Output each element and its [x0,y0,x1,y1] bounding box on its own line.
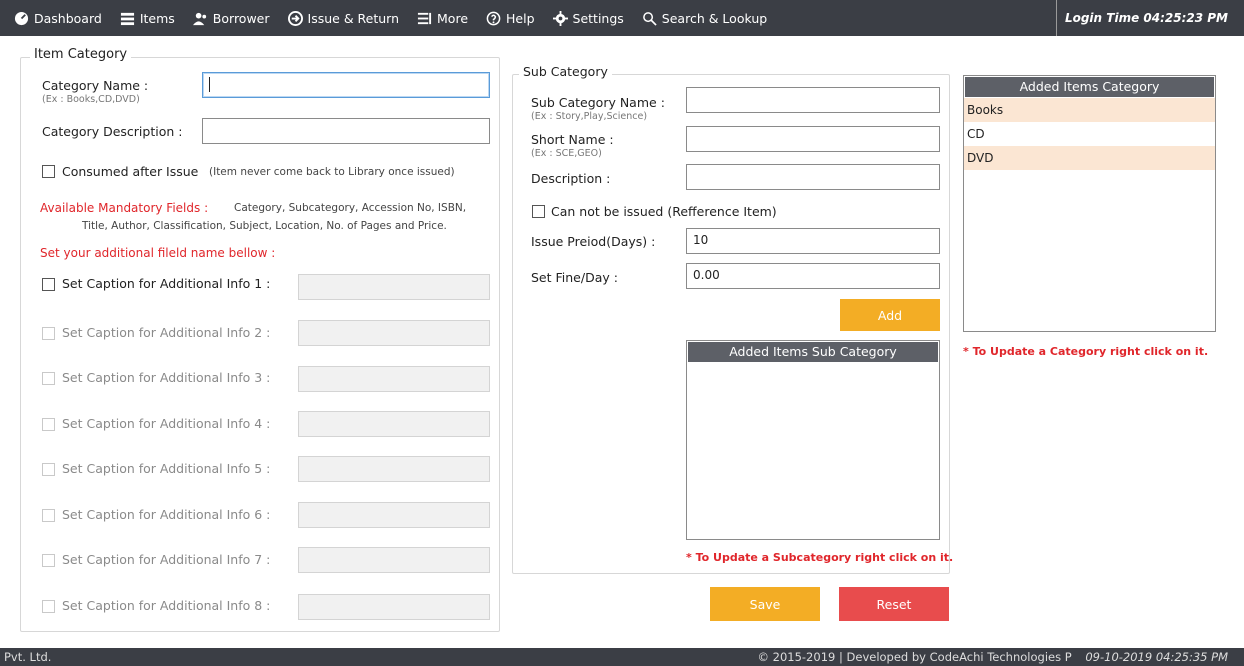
category-list[interactable]: Added Items Category Books CD DVD [963,75,1216,332]
caption-6-label: Set Caption for Additional Info 6 : [62,507,271,522]
sub-category-name-input[interactable] [686,87,940,113]
nav-items-label: Items [139,10,175,26]
nav-settings-label: Settings [572,10,624,26]
sub-category-title: Sub Category [519,64,612,79]
fine-per-day-input[interactable]: 0.00 [686,263,940,289]
sub-category-update-note: * To Update a Subcategory right click on… [686,551,954,564]
footer-bar: Pvt. Ltd. © 2015-2019 | Developed by Cod… [0,648,1244,666]
caption-5-label: Set Caption for Additional Info 5 : [62,461,271,476]
caption-4-checkbox[interactable] [42,418,55,431]
nav-issue-return-label: Issue & Return [307,10,400,26]
help-icon [486,11,501,25]
nav-search-lookup-label: Search & Lookup [661,10,768,26]
caption-5-checkbox[interactable] [42,463,55,476]
short-name-label: Short Name : [531,132,614,147]
caption-4-label: Set Caption for Additional Info 4 : [62,416,271,431]
category-list-header: Added Items Category [965,77,1214,97]
not-issued-label: Can not be issued (Refference Item) [551,204,777,219]
nav-issue-return[interactable]: Issue & Return [280,0,410,36]
caption-1-checkbox[interactable] [42,278,55,291]
sub-category-list-header: Added Items Sub Category [688,342,938,362]
issue-return-icon [287,10,303,26]
not-issued-checkbox[interactable] [532,205,545,218]
search-icon [642,11,657,26]
sub-description-input[interactable] [686,164,940,190]
caption-5-input[interactable] [298,456,490,482]
caption-7-checkbox[interactable] [42,554,55,567]
category-update-note: * To Update a Category right click on it… [963,345,1209,358]
sub-description-label: Description : [531,171,611,186]
category-list-item[interactable]: CD [964,122,1215,146]
caption-3-label: Set Caption for Additional Info 3 : [62,370,271,385]
consumed-after-issue-checkbox[interactable] [42,165,55,178]
caption-6-checkbox[interactable] [42,509,55,522]
text-caret [209,77,210,92]
dashboard-icon [14,11,29,25]
nav-more[interactable]: More [409,0,478,36]
caption-7-label: Set Caption for Additional Info 7 : [62,552,271,567]
caption-8-input[interactable] [298,594,490,620]
mandatory-fields-text-2: Title, Author, Classification, Subject, … [82,220,447,232]
category-name-hint: (Ex : Books,CD,DVD) [42,94,140,105]
borrower-icon [192,12,206,25]
category-description-label: Category Description : [42,124,183,139]
caption-6-input[interactable] [298,502,490,528]
issue-period-label: Issue Preiod(Days) : [531,234,656,249]
footer-timestamp: 09-10-2019 04:25:35 PM [1085,650,1228,664]
top-nav-bar: Dashboard Items Borrower Issue & Return … [0,0,1244,36]
category-list-item[interactable]: Books [964,98,1215,122]
caption-8-label: Set Caption for Additional Info 8 : [62,598,271,613]
caption-3-input[interactable] [298,366,490,392]
category-description-input[interactable] [202,118,490,144]
reset-button[interactable]: Reset [839,587,949,621]
category-name-input[interactable] [202,72,490,98]
add-button[interactable]: Add [840,299,940,331]
caption-4-input[interactable] [298,411,490,437]
issue-period-input[interactable]: 10 [686,228,940,254]
consumed-after-issue-note: (Item never come back to Library once is… [209,166,455,178]
sub-category-name-label: Sub Category Name : [531,95,665,110]
caption-1-label: Set Caption for Additional Info 1 : [62,276,271,291]
short-name-hint: (Ex : SCE,GEO) [531,148,602,159]
sub-category-list[interactable]: Added Items Sub Category [686,340,940,540]
short-name-input[interactable] [686,126,940,152]
save-button[interactable]: Save [710,587,820,621]
footer-copyright-text: © 2015-2019 | Developed by CodeAchi Tech… [757,650,1072,664]
nav-settings[interactable]: Settings [545,0,634,36]
nav-items[interactable]: Items [112,0,185,36]
caption-2-input[interactable] [298,320,490,346]
gear-icon [552,10,568,26]
additional-fields-heading: Set your additional fileld name bellow : [40,246,276,260]
login-time: Login Time 04:25:23 PM [1055,0,1228,36]
nav-borrower-label: Borrower [212,10,270,26]
footer-copyright: © 2015-2019 | Developed by CodeAchi Tech… [757,650,1228,664]
sub-category-name-hint: (Ex : Story,Play,Science) [531,111,648,122]
nav-dashboard[interactable]: Dashboard [0,0,112,36]
nav-help-label: Help [506,10,535,26]
nav-borrower[interactable]: Borrower [185,0,280,36]
item-category-title: Item Category [30,47,132,62]
nav-help[interactable]: Help [478,0,545,36]
fine-per-day-label: Set Fine/Day : [531,270,618,285]
caption-2-label: Set Caption for Additional Info 2 : [62,325,271,340]
caption-7-input[interactable] [298,547,490,573]
footer-company-suffix: Pvt. Ltd. [4,650,52,664]
caption-1-input[interactable] [298,274,490,300]
consumed-after-issue-label: Consumed after Issue [62,164,199,179]
caption-3-checkbox[interactable] [42,372,55,385]
nav-dashboard-label: Dashboard [34,10,102,26]
category-name-label: Category Name : [42,78,149,93]
mandatory-fields-text-1: Category, Subcategory, Accession No, ISB… [234,202,467,214]
items-icon [120,12,134,25]
mandatory-fields-label: Available Mandatory Fields : [40,201,209,215]
nav-search-lookup[interactable]: Search & Lookup [634,0,777,36]
caption-2-checkbox[interactable] [42,327,55,340]
caption-8-checkbox[interactable] [42,600,55,613]
category-list-item[interactable]: DVD [964,146,1215,170]
more-icon [417,12,432,24]
nav-more-label: More [437,10,469,26]
